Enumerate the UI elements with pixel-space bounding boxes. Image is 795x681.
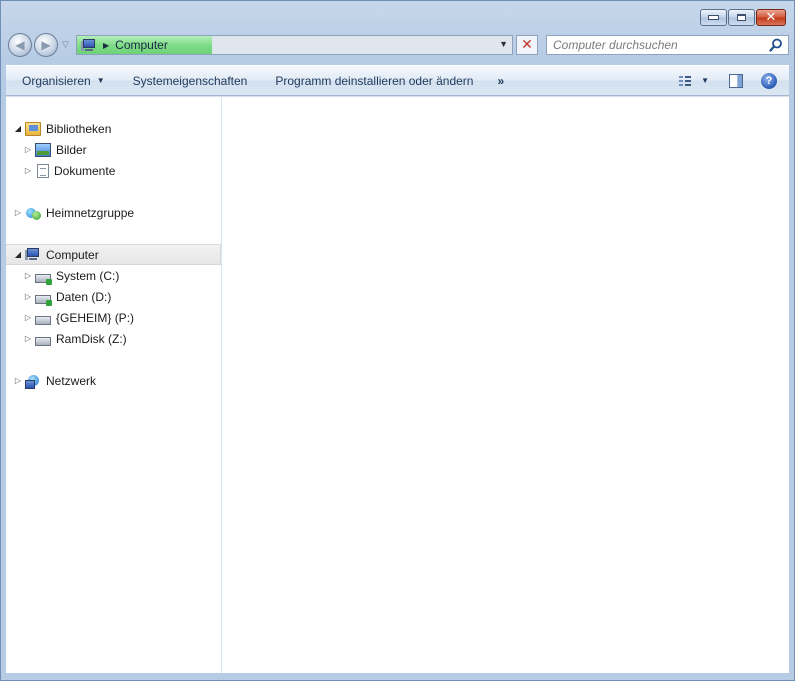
tree-item-drive-c[interactable]: ▷ System (C:) [6,265,221,286]
tree-item-computer[interactable]: ◢ Computer [6,244,221,265]
stop-icon: ✕ [521,37,533,53]
address-content: ▶ Computer [77,36,168,54]
minimize-icon [708,15,719,20]
help-icon[interactable]: ? [761,72,777,89]
system-properties-label: Systemeigenschaften [132,73,248,88]
tree-item-label: RamDisk (Z:) [56,331,127,346]
navigation-pane[interactable]: ◢ Bibliotheken ▷ Bilder ▷ Dokumente ▷ He… [6,97,222,673]
close-button[interactable]: ✕ [756,9,786,26]
back-arrow-icon: ◀ [15,38,25,52]
address-bar[interactable]: ▶ Computer ▼ [76,35,513,55]
tree-item-drive-p[interactable]: ▷ {GEHEIM} (P:) [6,307,221,328]
change-view-button[interactable]: ▼ [669,75,719,86]
recent-pages-dropdown-icon[interactable]: ▽ [62,39,69,50]
expander-collapsed-icon[interactable]: ▷ [23,313,33,322]
pictures-icon [35,142,51,157]
expander-collapsed-icon[interactable]: ▷ [23,292,33,301]
tree-item-label: Computer [46,247,99,262]
uninstall-program-label: Programm deinstallieren oder ändern [275,73,474,88]
tree-item-drive-d[interactable]: ▷ Daten (D:) [6,286,221,307]
breadcrumb-computer[interactable]: Computer [115,38,168,52]
tree-item-libraries[interactable]: ◢ Bibliotheken [6,118,221,139]
maximize-icon [737,14,746,21]
expander-collapsed-icon[interactable]: ▷ [23,166,33,175]
stop-button[interactable]: ✕ [516,35,538,55]
organize-menu-button[interactable]: Organisieren ▼ [6,74,119,88]
tree-item-network[interactable]: ▷ Netzwerk [6,370,221,391]
more-commands-icon: » [497,73,505,88]
maximize-button[interactable] [728,9,755,26]
tree-item-label: {GEHEIM} (P:) [56,310,135,325]
more-commands-button[interactable]: » [487,74,514,88]
tree-item-label: Dokumente [54,163,116,178]
forward-arrow-icon: ▶ [41,38,51,52]
navigation-bar: ◀ ▶ ▽ ▶ Computer ▼ ✕ [6,33,789,59]
hard-drive-icon [35,294,52,306]
hard-drive-icon [35,273,52,285]
uninstall-program-button[interactable]: Programm deinstallieren oder ändern [261,74,487,88]
content-area: ◢ Bibliotheken ▷ Bilder ▷ Dokumente ▷ He… [6,96,789,673]
breadcrumb-arrow-icon[interactable]: ▶ [103,41,109,50]
search-box[interactable] [546,35,789,55]
minimize-button[interactable] [700,9,727,26]
tree-item-label: Bilder [56,142,87,157]
expander-collapsed-icon[interactable]: ▷ [23,145,33,154]
hard-drive-icon [35,315,51,325]
library-icon [25,121,41,136]
expander-expanded-icon[interactable]: ◢ [13,250,23,259]
address-dropdown-icon[interactable]: ▼ [499,39,508,49]
caption-buttons: ✕ [700,9,786,26]
computer-icon [81,38,97,52]
tree-item-label: System (C:) [56,268,120,283]
documents-icon [37,163,49,178]
tree-item-pictures[interactable]: ▷ Bilder [6,139,221,160]
command-bar: Organisieren ▼ Systemeigenschaften Progr… [6,65,789,96]
homegroup-icon [25,206,41,220]
explorer-window: ✕ ◀ ▶ ▽ ▶ Computer ▼ ✕ Computer durchsuc… [0,0,795,681]
file-list-pane[interactable] [222,97,789,673]
preview-pane-icon[interactable] [729,73,743,88]
hard-drive-icon [35,336,51,346]
expander-collapsed-icon[interactable]: ▷ [23,271,33,280]
view-options-icon [679,75,692,86]
tree-item-drive-z[interactable]: ▷ RamDisk (Z:) [6,328,221,349]
view-chevron-down-icon[interactable]: ▼ [701,76,709,85]
search-input[interactable] [547,36,774,54]
system-properties-button[interactable]: Systemeigenschaften [119,74,262,88]
tree-item-label: Netzwerk [46,373,97,388]
expander-collapsed-icon[interactable]: ▷ [13,208,23,217]
back-button[interactable]: ◀ [8,33,32,57]
network-icon [25,374,41,389]
chevron-down-icon: ▼ [96,76,105,85]
expander-collapsed-icon[interactable]: ▷ [13,376,23,385]
expander-expanded-icon[interactable]: ◢ [13,124,23,133]
command-bar-right: ▼ ? [669,72,789,89]
close-icon: ✕ [765,10,777,25]
expander-collapsed-icon[interactable]: ▷ [23,334,33,343]
computer-icon [25,247,41,262]
tree-item-label: Bibliotheken [46,121,112,136]
tree-item-label: Daten (D:) [56,289,112,304]
organize-label: Organisieren [22,73,91,88]
search-icon[interactable] [769,38,783,52]
tree-item-label: Heimnetzgruppe [46,205,135,220]
tree-item-documents[interactable]: ▷ Dokumente [6,160,221,181]
tree-item-homegroup[interactable]: ▷ Heimnetzgruppe [6,202,221,223]
forward-button[interactable]: ▶ [34,33,58,57]
